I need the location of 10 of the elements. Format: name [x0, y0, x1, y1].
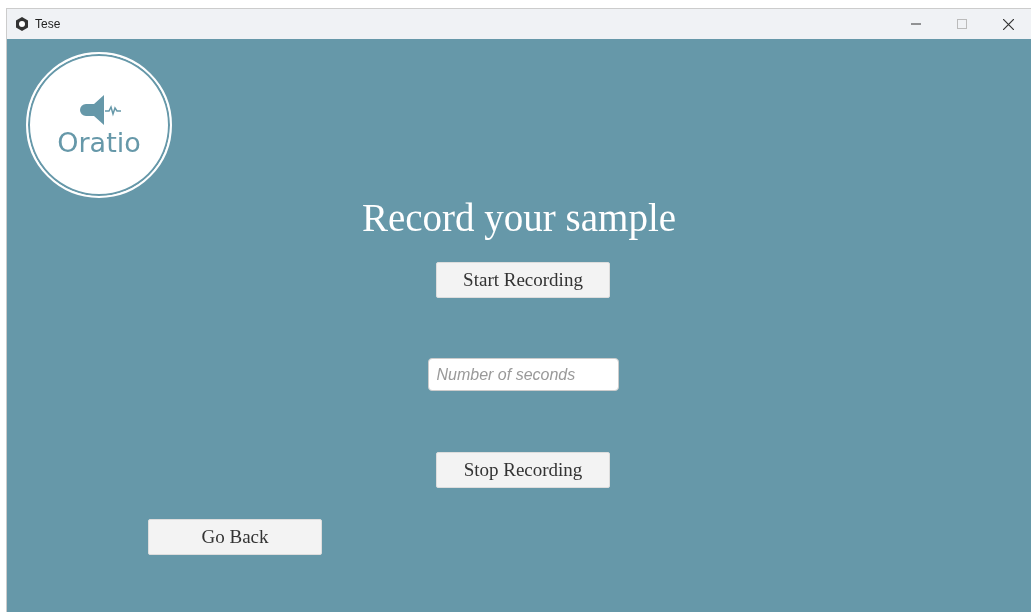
logo: Oratio	[26, 52, 172, 198]
app-icon	[15, 17, 29, 31]
stop-recording-button[interactable]: Stop Recording	[436, 452, 610, 488]
close-icon[interactable]	[1002, 18, 1014, 30]
page-heading: Record your sample	[360, 198, 678, 238]
start-recording-button[interactable]: Start Recording	[436, 262, 610, 298]
window-title: Tese	[35, 16, 61, 33]
maximize-icon[interactable]	[957, 19, 967, 29]
seconds-input-field[interactable]: Number of seconds	[427, 358, 619, 391]
go-back-button[interactable]: Go Back	[148, 519, 322, 555]
